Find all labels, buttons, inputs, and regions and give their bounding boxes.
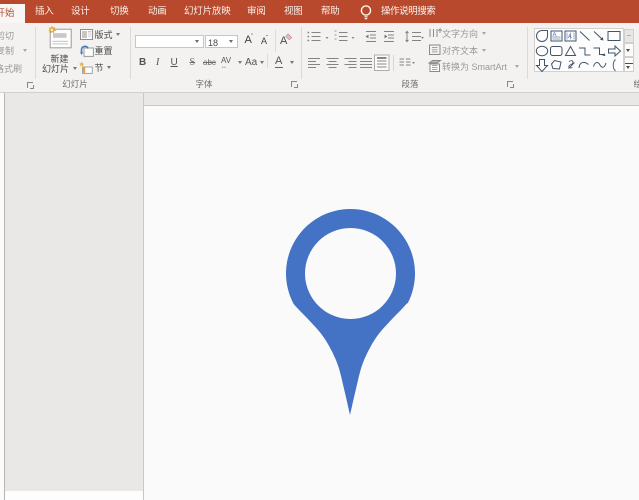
svg-text:A: A: [568, 34, 572, 40]
svg-text:A: A: [553, 32, 557, 38]
